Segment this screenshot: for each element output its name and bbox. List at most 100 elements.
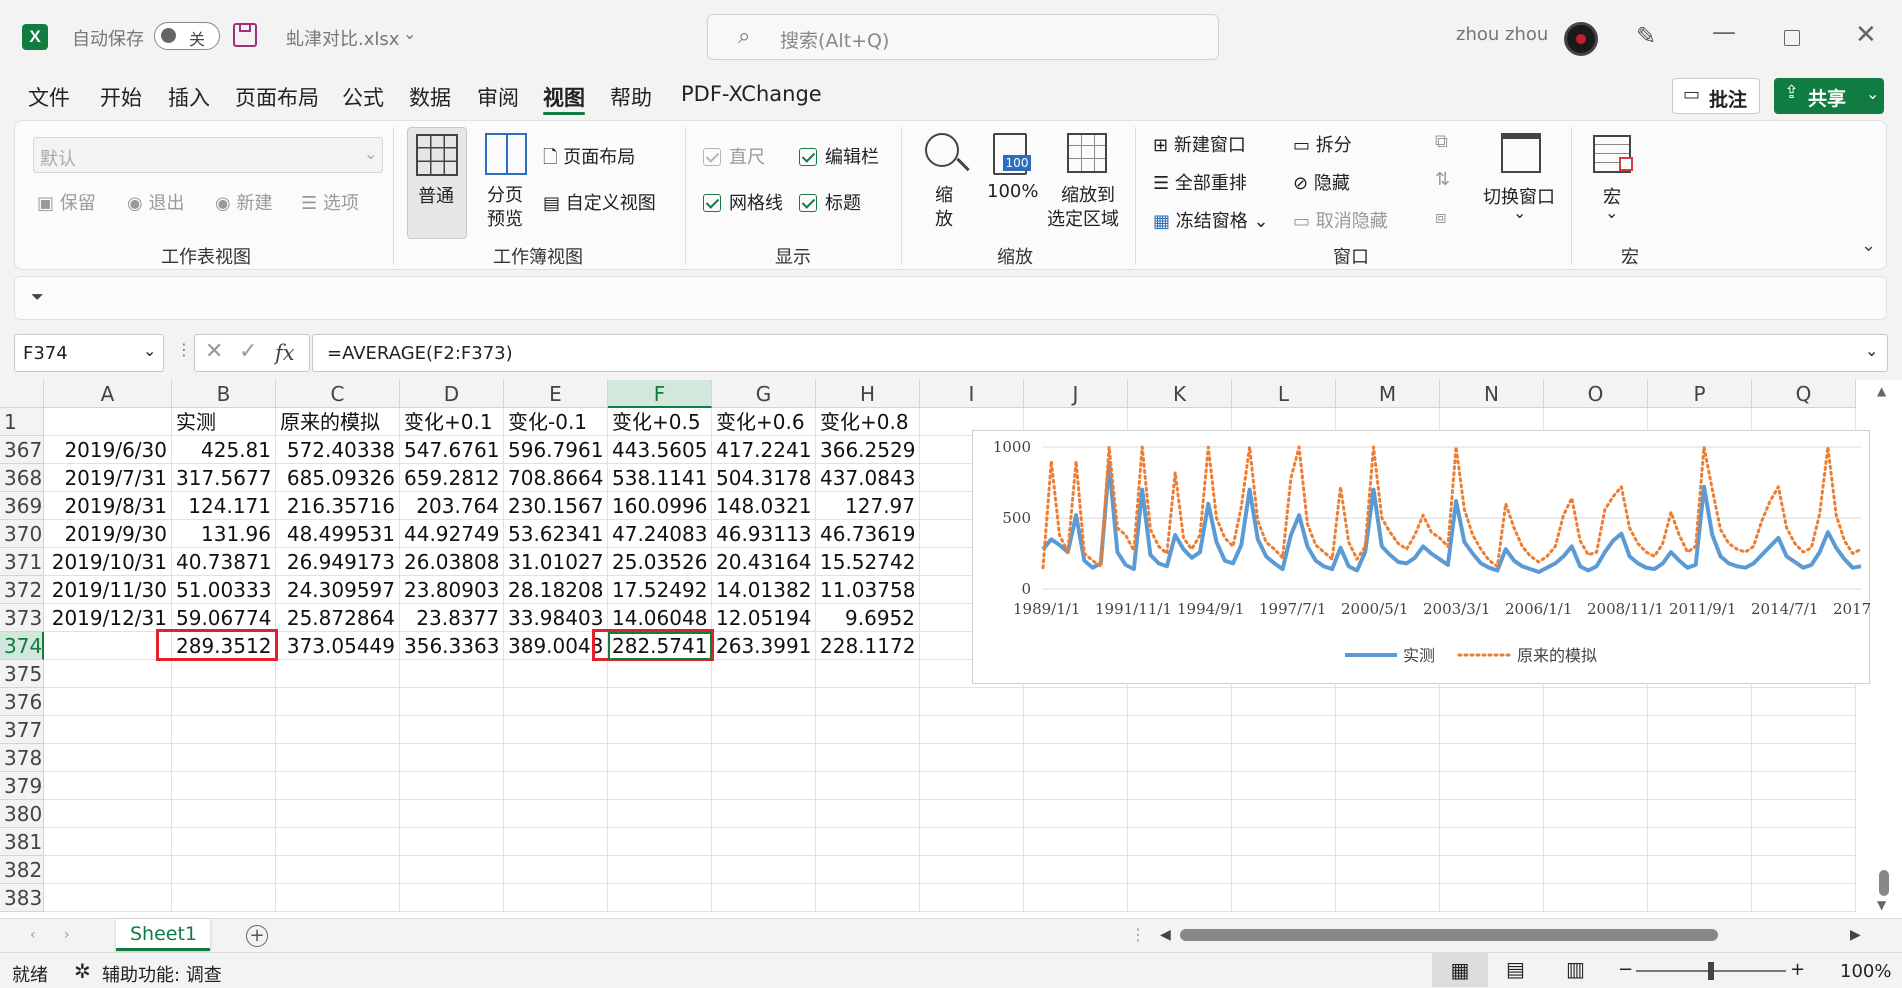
table-cell[interactable] [816, 856, 920, 884]
table-cell[interactable]: 31.01027 [504, 548, 608, 576]
table-cell[interactable] [276, 688, 400, 716]
table-cell[interactable]: 24.309597 [276, 576, 400, 604]
table-cell[interactable]: 12.05194 [712, 604, 816, 632]
column-header-d[interactable]: D [400, 380, 504, 408]
table-cell[interactable] [1128, 772, 1232, 800]
table-cell[interactable] [608, 828, 712, 856]
table-cell[interactable] [712, 884, 816, 912]
table-cell[interactable]: 228.1172 [816, 632, 920, 660]
table-cell[interactable] [1336, 772, 1440, 800]
table-cell[interactable] [44, 660, 172, 688]
header-cell[interactable]: 变化+0.6 [712, 408, 816, 436]
table-cell[interactable] [1752, 800, 1856, 828]
table-cell[interactable] [44, 744, 172, 772]
table-cell[interactable] [608, 660, 712, 688]
table-cell[interactable]: 15.52742 [816, 548, 920, 576]
split-button[interactable]: ▭ 拆分 [1293, 131, 1352, 157]
zoom-in-button[interactable]: + [1790, 959, 1805, 980]
minimize-icon[interactable]: — [1712, 18, 1736, 46]
table-cell[interactable]: 25.03526 [608, 548, 712, 576]
table-cell[interactable] [1440, 828, 1544, 856]
page-break-preview-button[interactable]: 分页 预览 [477, 127, 533, 239]
vertical-scrollbar[interactable]: ▲ ▼ [1872, 384, 1894, 914]
header-cell[interactable]: 原来的模拟 [276, 408, 400, 436]
table-cell[interactable] [1440, 800, 1544, 828]
row-header[interactable]: 368 [0, 464, 44, 492]
cancel-icon[interactable]: ✕ [205, 339, 223, 364]
table-cell[interactable]: 443.5605 [608, 436, 712, 464]
table-cell[interactable] [920, 772, 1024, 800]
table-cell[interactable] [1128, 688, 1232, 716]
table-cell[interactable] [712, 800, 816, 828]
table-cell[interactable] [172, 828, 276, 856]
table-cell[interactable] [1440, 688, 1544, 716]
normal-view-button[interactable]: 普通 [407, 127, 467, 239]
table-cell[interactable] [172, 856, 276, 884]
table-cell[interactable] [1232, 828, 1336, 856]
custom-view-button[interactable]: ▤ 自定义视图 [543, 189, 656, 215]
zoom-button[interactable]: 缩 放 [921, 127, 971, 239]
table-cell[interactable]: 659.2812 [400, 464, 504, 492]
table-cell[interactable] [1648, 744, 1752, 772]
table-cell[interactable] [1128, 716, 1232, 744]
column-header-n[interactable]: N [1440, 380, 1544, 408]
table-cell[interactable] [1024, 856, 1128, 884]
table-cell[interactable] [1752, 884, 1856, 912]
table-cell[interactable] [44, 716, 172, 744]
table-cell[interactable] [712, 856, 816, 884]
table-cell[interactable] [1128, 800, 1232, 828]
zoom-to-selection-button[interactable]: 缩放到 选定区域 [1047, 127, 1127, 239]
table-cell[interactable] [1752, 828, 1856, 856]
table-cell[interactable] [1024, 772, 1128, 800]
column-header-c[interactable]: C [276, 380, 400, 408]
table-cell[interactable] [1544, 856, 1648, 884]
table-cell[interactable] [1024, 800, 1128, 828]
table-cell[interactable] [920, 716, 1024, 744]
table-cell[interactable]: 124.171 [172, 492, 276, 520]
table-cell[interactable] [920, 828, 1024, 856]
table-cell[interactable] [1544, 884, 1648, 912]
line-chart[interactable]: 1000 500 0 1989/1/1 1991/11/1 1994/9/1 1997/7/… [972, 430, 1871, 684]
table-cell[interactable] [816, 688, 920, 716]
column-header-q[interactable]: Q [1752, 380, 1856, 408]
row-header[interactable]: 370 [0, 520, 44, 548]
column-header-e[interactable]: E [504, 380, 608, 408]
row-header[interactable]: 369 [0, 492, 44, 520]
table-cell[interactable]: 48.499531 [276, 520, 400, 548]
table-cell[interactable]: 26.949173 [276, 548, 400, 576]
table-cell[interactable] [712, 772, 816, 800]
table-cell[interactable] [1752, 856, 1856, 884]
menu-insert[interactable]: 插入 [168, 82, 210, 112]
column-header-h[interactable]: H [816, 380, 920, 408]
table-cell[interactable] [1544, 744, 1648, 772]
table-cell[interactable] [400, 744, 504, 772]
table-cell[interactable]: 2019/6/30 [44, 436, 172, 464]
chevron-down-icon[interactable]: ⌄ [403, 24, 416, 43]
table-cell[interactable] [400, 772, 504, 800]
table-cell[interactable] [44, 632, 172, 660]
table-cell[interactable]: 53.62341 [504, 520, 608, 548]
table-cell[interactable] [1024, 828, 1128, 856]
table-cell[interactable] [172, 744, 276, 772]
enter-icon[interactable]: ✓ [239, 339, 257, 364]
name-box[interactable]: F374 ⌄ [14, 334, 164, 372]
macros-button[interactable]: 宏 ⌄ [1585, 127, 1641, 239]
table-cell[interactable]: 263.3991 [712, 632, 816, 660]
table-cell[interactable] [172, 800, 276, 828]
table-cell[interactable]: 572.40338 [276, 436, 400, 464]
menu-file[interactable]: 文件 [28, 82, 70, 112]
table-cell[interactable] [400, 884, 504, 912]
table-cell[interactable]: 203.764 [400, 492, 504, 520]
table-cell[interactable] [504, 716, 608, 744]
table-cell[interactable] [608, 800, 712, 828]
table-cell[interactable]: 685.09326 [276, 464, 400, 492]
column-header-i[interactable]: I [920, 380, 1024, 408]
header-cell[interactable]: 变化+0.1 [400, 408, 504, 436]
next-sheet-icon[interactable]: › [64, 927, 70, 943]
select-all-corner[interactable] [0, 380, 44, 408]
table-cell[interactable] [712, 828, 816, 856]
table-cell[interactable]: 282.5741 [608, 632, 712, 660]
column-header-g[interactable]: G [712, 380, 816, 408]
table-cell[interactable] [1440, 772, 1544, 800]
table-cell[interactable]: 148.0321 [712, 492, 816, 520]
